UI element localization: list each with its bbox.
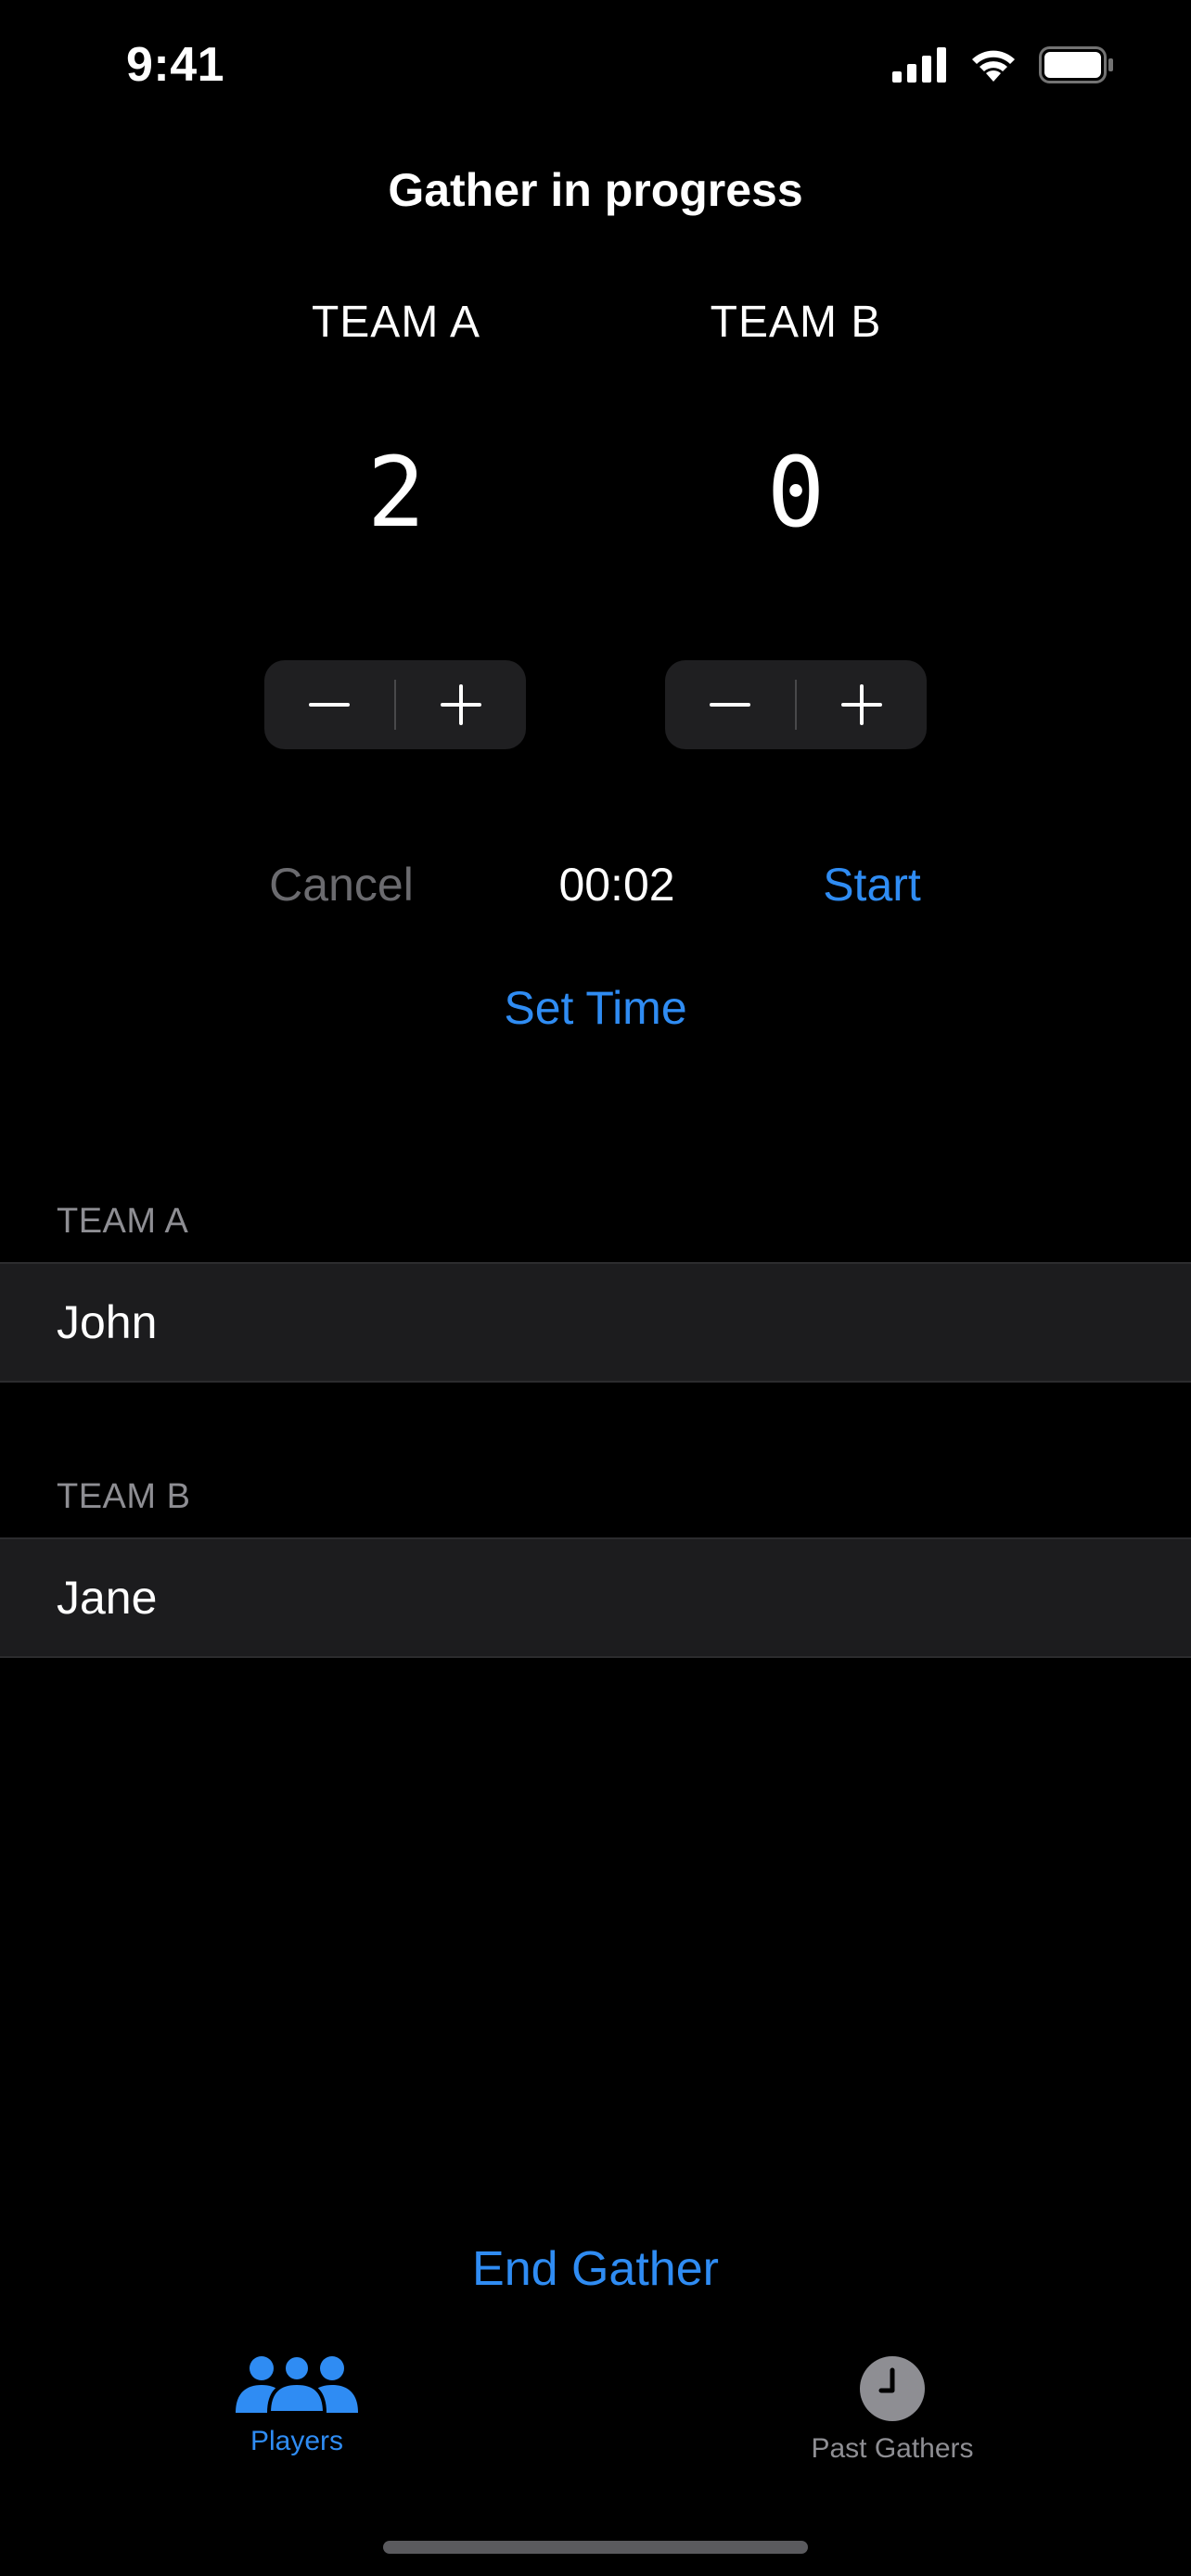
set-time-button[interactable]: Set Time (0, 981, 1191, 1035)
start-button[interactable]: Start (787, 858, 957, 912)
minus-icon (710, 703, 750, 707)
team-b-score: 0 (766, 436, 826, 549)
team-b-score-stepper (665, 660, 927, 749)
end-gather-button[interactable]: End Gather (0, 2241, 1191, 2297)
home-indicator (383, 2541, 808, 2554)
team-a-decrement-button[interactable] (264, 660, 394, 749)
status-icons (892, 46, 1115, 83)
page-title: Gather in progress (388, 164, 803, 216)
clock-icon (860, 2356, 925, 2421)
tab-players[interactable]: Players (130, 2355, 464, 2457)
list-item[interactable]: Jane (0, 1537, 1191, 1658)
people-icon (236, 2355, 358, 2415)
plus-icon (841, 684, 882, 725)
status-time: 9:41 (126, 38, 225, 92)
team-b-label: TEAM B (710, 298, 882, 347)
team-a-score-stepper (264, 660, 526, 749)
list-item[interactable]: John (0, 1262, 1191, 1383)
tab-past-gathers[interactable]: Past Gathers (725, 2355, 1059, 2465)
team-b-section-header: TEAM B (57, 1477, 191, 1516)
wifi-icon (972, 50, 1015, 82)
team-a-section-header: TEAM A (57, 1202, 189, 1241)
team-b-decrement-button[interactable] (665, 660, 795, 749)
battery-icon (1039, 46, 1113, 83)
cellular-signal-icon (892, 47, 946, 83)
timer-display: 00:02 (558, 859, 675, 911)
plus-icon (441, 684, 481, 725)
cancel-button[interactable]: Cancel (232, 858, 451, 912)
team-a-label: TEAM A (311, 298, 481, 347)
tab-past-gathers-label: Past Gathers (811, 2433, 974, 2464)
team-b-increment-button[interactable] (797, 660, 927, 749)
player-name: John (57, 1296, 158, 1348)
team-a-increment-button[interactable] (396, 660, 526, 749)
minus-icon (309, 703, 350, 707)
player-name: Jane (57, 1572, 158, 1624)
tab-players-label: Players (250, 2426, 344, 2456)
team-a-score: 2 (366, 436, 426, 549)
